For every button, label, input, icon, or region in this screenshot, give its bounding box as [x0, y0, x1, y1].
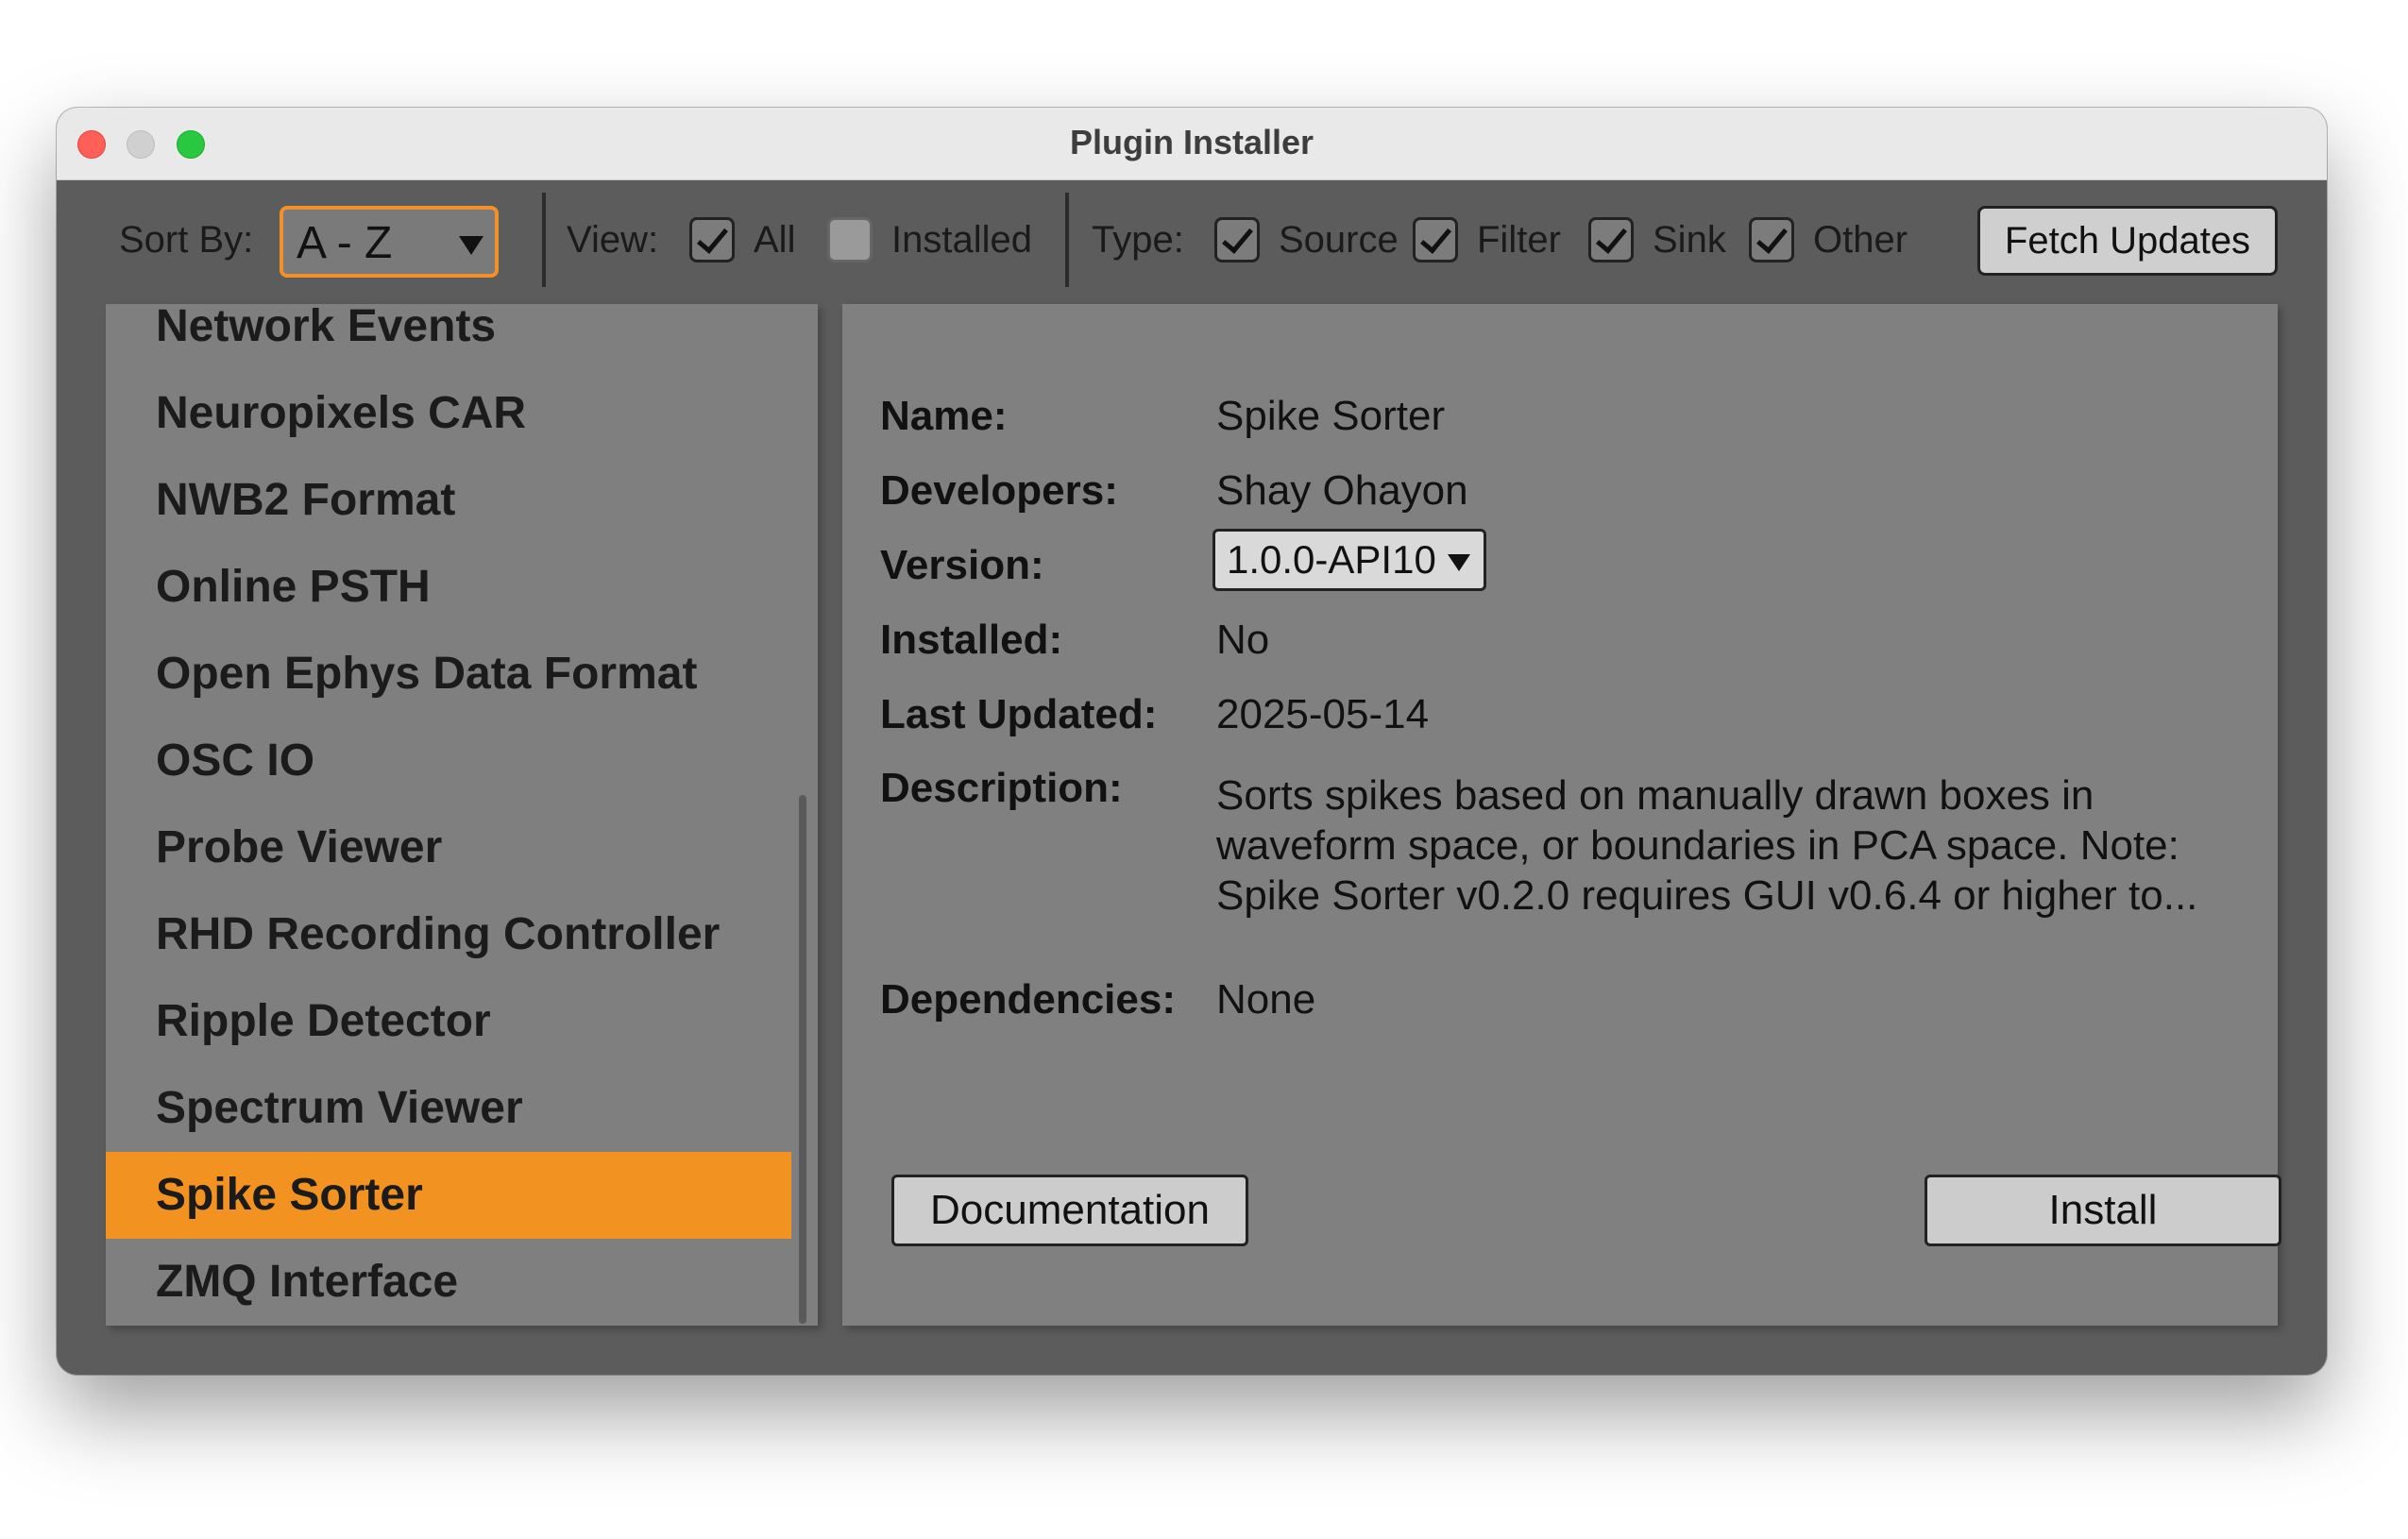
description-line: waveform space, or boundaries in PCA spa…: [1216, 822, 2179, 869]
list-item[interactable]: Network Events: [106, 304, 791, 370]
installed-value: No: [1216, 617, 1270, 663]
type-filter-label[interactable]: Filter: [1477, 217, 1561, 262]
list-item[interactable]: Probe Viewer: [106, 804, 791, 891]
name-label: Name:: [880, 393, 1008, 439]
toolbar: Sort By: A - Z View: All Installed Type:…: [57, 179, 2327, 304]
type-source-label[interactable]: Source: [1279, 217, 1399, 262]
toolbar-divider: [1065, 193, 1069, 287]
last-updated-label: Last Updated:: [880, 691, 1158, 737]
type-other-checkbox[interactable]: [1749, 217, 1794, 262]
list-item[interactable]: OSC IO: [106, 718, 791, 804]
list-item[interactable]: Online PSTH: [106, 544, 791, 631]
dependencies-value: None: [1216, 976, 1316, 1023]
plugin-installer-window: Plugin Installer Sort By: A - Z View: Al…: [57, 108, 2327, 1375]
list-item-selected[interactable]: Spike Sorter: [106, 1152, 791, 1239]
documentation-button[interactable]: Documentation: [891, 1175, 1248, 1246]
list-item[interactable]: Neuropixels CAR: [106, 370, 791, 457]
description-line: Sorts spikes based on manually drawn box…: [1216, 772, 2094, 819]
install-button[interactable]: Install: [1925, 1175, 2281, 1246]
version-select[interactable]: 1.0.0-API10: [1212, 529, 1486, 591]
description-label: Description:: [880, 765, 1123, 811]
installed-label: Installed:: [880, 617, 1063, 663]
chevron-down-icon: [459, 236, 483, 255]
chevron-down-icon: [1448, 554, 1470, 571]
window-title: Plugin Installer: [1069, 123, 1314, 161]
type-source-checkbox[interactable]: [1214, 217, 1260, 262]
view-all-checkbox[interactable]: [689, 217, 735, 262]
developers-label: Developers:: [880, 467, 1118, 514]
description-line: Spike Sorter v0.2.0 requires GUI v0.6.4 …: [1216, 872, 2198, 919]
plugin-list[interactable]: Network Events Neuropixels CAR NWB2 Form…: [106, 304, 818, 1326]
list-item[interactable]: ZMQ Interface: [106, 1239, 791, 1326]
sort-by-select[interactable]: A - Z: [280, 206, 499, 278]
last-updated-value: 2025-05-14: [1216, 691, 1430, 737]
type-filter-checkbox[interactable]: [1413, 217, 1458, 262]
version-value: 1.0.0-API10: [1227, 537, 1436, 582]
type-label: Type:: [1092, 219, 1184, 261]
plugin-details-panel: Name: Spike Sorter Developers: Shay Ohay…: [842, 304, 2281, 1326]
list-item[interactable]: Open Ephys Data Format: [106, 631, 791, 718]
type-other-label[interactable]: Other: [1813, 217, 1908, 262]
type-sink-label[interactable]: Sink: [1653, 217, 1726, 262]
type-sink-checkbox[interactable]: [1588, 217, 1634, 262]
list-item[interactable]: RHD Recording Controller: [106, 891, 791, 978]
version-label: Version:: [880, 542, 1044, 588]
sort-by-label: Sort By:: [119, 219, 254, 261]
fetch-updates-button[interactable]: Fetch Updates: [1977, 206, 2278, 276]
list-scrollbar[interactable]: [799, 795, 806, 1324]
list-item[interactable]: NWB2 Format: [106, 457, 791, 544]
developers-value: Shay Ohayon: [1216, 467, 1468, 514]
list-item[interactable]: Spectrum Viewer: [106, 1065, 791, 1152]
title-bar: Plugin Installer: [57, 108, 2327, 180]
sort-by-value: A - Z: [297, 218, 393, 268]
name-value: Spike Sorter: [1216, 393, 1446, 439]
view-installed-checkbox[interactable]: [827, 217, 873, 262]
description-text: Sorts spikes based on manually drawn box…: [1216, 770, 2255, 921]
toolbar-divider: [542, 193, 546, 287]
list-item[interactable]: Ripple Detector: [106, 978, 791, 1065]
view-installed-label[interactable]: Installed: [891, 217, 1032, 262]
view-all-label[interactable]: All: [754, 217, 795, 262]
dependencies-label: Dependencies:: [880, 976, 1176, 1023]
view-label: View:: [567, 219, 659, 261]
